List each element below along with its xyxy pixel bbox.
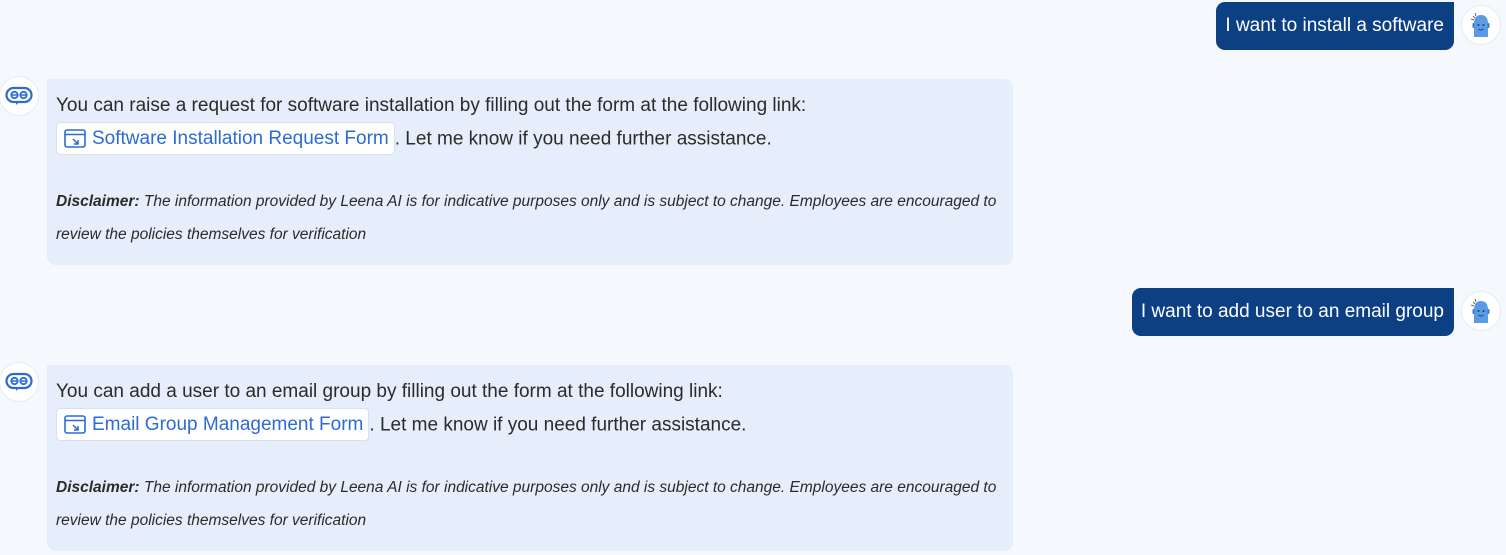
chat-transcript: I want to install a software You can rai… — [0, 0, 1506, 555]
leena-ai-logo-icon — [0, 77, 38, 115]
email-group-form-link[interactable]: Email Group Management Form — [56, 408, 370, 442]
user-message: I want to add user to an email group — [1131, 288, 1454, 336]
bot-message-followup: . Let me know if you need further assist… — [369, 414, 747, 436]
user-message-text: I want to add user to an email group — [1140, 301, 1444, 322]
software-installation-form-link[interactable]: Software Installation Request Form — [56, 122, 395, 156]
disclaimer-text: The information provided by Leena AI is … — [56, 479, 997, 530]
bot-message-body: You can raise a request for software ins… — [56, 89, 1004, 156]
bot-message-intro: You can add a user to an email group by … — [56, 381, 723, 402]
form-link-label: Software Installation Request Form — [92, 128, 389, 150]
disclaimer-label: Disclaimer: — [56, 479, 140, 497]
form-link-icon — [64, 129, 86, 148]
bot-message: You can raise a request for software ins… — [47, 79, 1013, 266]
disclaimer: Disclaimer: The information provided by … — [56, 471, 1004, 537]
bot-message-body: You can add a user to an email group by … — [56, 375, 1004, 442]
disclaimer-label: Disclaimer: — [56, 193, 140, 211]
user-mascot-icon — [1462, 292, 1500, 330]
bot-message-intro: You can raise a request for software ins… — [56, 95, 807, 116]
disclaimer-text: The information provided by Leena AI is … — [56, 193, 997, 244]
bot-message-followup: . Let me know if you need further assist… — [394, 128, 772, 150]
form-link-label: Email Group Management Form — [92, 414, 364, 436]
user-mascot-icon — [1462, 6, 1500, 44]
user-message: I want to install a software — [1216, 2, 1454, 50]
disclaimer: Disclaimer: The information provided by … — [56, 185, 1004, 251]
form-link-icon — [64, 415, 86, 434]
user-message-text: I want to install a software — [1225, 15, 1444, 36]
leena-ai-logo-icon — [0, 363, 38, 401]
bot-message: You can add a user to an email group by … — [47, 365, 1013, 552]
